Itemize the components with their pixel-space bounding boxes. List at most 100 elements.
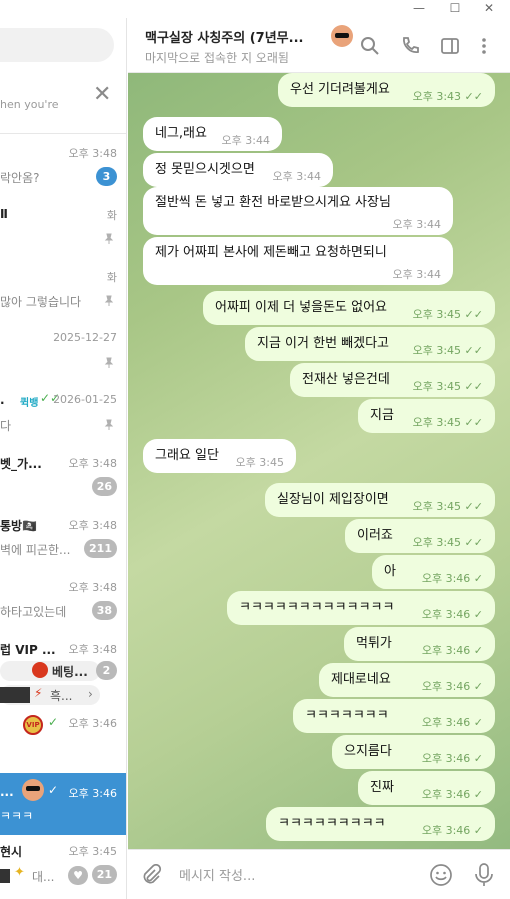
message-time: 오후 3:44 xyxy=(272,170,321,183)
chat-time: 2025-12-27 xyxy=(53,331,117,344)
chat-status: 마지막으로 접속한 지 오래됨 xyxy=(145,51,289,65)
message-time: 오후 3:44 xyxy=(392,218,441,231)
message-bubble-outgoing[interactable]: 제대로네요 오후 3:46 ✓ xyxy=(319,663,495,697)
search-input[interactable] xyxy=(0,28,114,62)
chat-list-item[interactable]: 벳_가... 오후 3:48 26 xyxy=(0,447,126,509)
message-bubble-outgoing[interactable]: 우선 기더려볼게요 오후 3:43 ✓✓ xyxy=(278,73,495,107)
chat-list-item[interactable]: 현시 오후 3:45 ✦ 대... ♥ 21 xyxy=(0,835,126,897)
chat-list-item[interactable]: 화 많아 그렇습니다 xyxy=(0,261,126,323)
message-bubble-outgoing[interactable]: 아 오후 3:46 ✓ xyxy=(372,555,495,589)
message-bubble-outgoing[interactable]: 먹튀가 오후 3:46 ✓ xyxy=(344,627,495,661)
message-text: 우선 기더려볼게요 xyxy=(290,82,390,97)
chat-preview: ㅋㅋㅋ xyxy=(0,809,34,823)
message-text: 실장님이 제입장이면 xyxy=(277,492,389,507)
notice-banner: hen you're ✕ xyxy=(0,78,126,134)
message-bubble-incoming[interactable]: 그래요 일단오후 3:45 xyxy=(143,439,296,473)
message-bubble-outgoing[interactable]: 진짜 오후 3:46 ✓ xyxy=(358,771,495,805)
message-text: 먹튀가 xyxy=(356,636,392,651)
chat-name: 통방🏴‍☠️ xyxy=(0,519,38,533)
chat-time: 화 xyxy=(106,271,117,284)
avatar xyxy=(331,25,353,47)
chat-time: 오후 3:48 xyxy=(68,581,117,594)
message-text: 그래요 일단 xyxy=(155,448,219,463)
chat-list-item-active[interactable]: ... ✓ 오후 3:46 ㅋㅋㅋ xyxy=(0,773,126,835)
maximize-icon[interactable]: ☐ xyxy=(440,0,470,18)
message-bubble-outgoing[interactable]: 이러죠오후 3:45 ✓✓ xyxy=(345,519,495,553)
chat-title[interactable]: 맥구실장 사칭주의 (7년무... xyxy=(145,27,303,46)
message-time: 오후 3:45 ✓✓ xyxy=(412,380,483,393)
chat-time: 오후 3:48 xyxy=(68,519,117,532)
unread-badge: 2 xyxy=(96,661,117,680)
attach-icon[interactable] xyxy=(140,864,162,886)
message-bubble-incoming[interactable]: 정 못믿으시겟으면오후 3:44 xyxy=(143,153,333,187)
message-input[interactable]: 메시지 작성... xyxy=(179,865,255,884)
message-bubble-outgoing[interactable]: 으지름다 오후 3:46 ✓ xyxy=(332,735,495,769)
message-text: 어짜피 이제 더 넣을돈도 없어요 xyxy=(215,300,388,315)
message-text: 정 못믿으시겟으면 xyxy=(155,162,255,177)
chat-name: 현시 xyxy=(0,845,23,859)
message-bubble-outgoing[interactable]: 어짜피 이제 더 넣을돈도 없어요 오후 3:45 ✓✓ xyxy=(203,291,495,325)
sidebar-toggle-icon[interactable] xyxy=(440,36,460,56)
chat-preview: 베팅... xyxy=(52,665,88,679)
message-bubble-outgoing[interactable]: ㅋㅋㅋㅋㅋㅋㅋ 오후 3:46 ✓ xyxy=(293,699,495,733)
message-text: 네그,래요 xyxy=(155,126,207,141)
message-text: 이러죠 xyxy=(357,528,393,543)
message-bubble-outgoing[interactable]: ㅋㅋㅋㅋㅋㅋㅋㅋㅋㅋㅋㅋㅋ 오후 3:46 ✓ xyxy=(227,591,495,625)
message-bubble-outgoing[interactable]: 지금오후 3:45 ✓✓ xyxy=(358,399,495,433)
chat-preview: 하타고있는데 xyxy=(0,605,67,619)
window-titlebar: — ☐ ✕ xyxy=(0,0,510,18)
message-time: 오후 3:46 ✓ xyxy=(421,608,483,621)
vip-icon: VIP xyxy=(23,715,43,735)
message-time: 오후 3:45 ✓✓ xyxy=(412,416,483,429)
chat-time: 화 xyxy=(106,209,117,222)
notice-text: hen you're xyxy=(0,98,59,111)
message-bubble-outgoing[interactable]: ㅋㅋㅋㅋㅋㅋㅋㅋㅋ 오후 3:46 ✓ xyxy=(266,807,495,841)
close-icon[interactable]: ✕ xyxy=(474,0,504,18)
emoji-icon[interactable] xyxy=(429,863,453,887)
chat-list-item[interactable]: . 퀵뱅 ✓✓ 2026-01-25 다 xyxy=(0,385,126,447)
search-icon[interactable] xyxy=(360,36,380,56)
message-time: 오후 3:46 ✓ xyxy=(421,572,483,585)
chat-list-item[interactable]: 오후 3:48 락안옴? 3 xyxy=(0,137,126,199)
phone-icon[interactable] xyxy=(400,36,420,56)
message-bubble-incoming[interactable]: 제가 어짜피 본사에 제돈빼고 요청하면되니 오후 3:44 xyxy=(143,237,453,285)
message-bubble-outgoing[interactable]: 지금 이거 한번 빼겠다고 오후 3:45 ✓✓ xyxy=(245,327,495,361)
message-text: 전재산 넣은건데 xyxy=(302,372,390,387)
chat-preview: 다 xyxy=(0,419,12,433)
minimize-icon[interactable]: — xyxy=(404,0,434,18)
mic-icon[interactable] xyxy=(473,862,495,888)
message-bubble-outgoing[interactable]: 실장님이 제입장이면 오후 3:45 ✓✓ xyxy=(265,483,495,517)
unread-badge: 3 xyxy=(96,167,117,186)
chat-list-item[interactable]: 통방🏴‍☠️ 오후 3:48 벽에 피곤한... 211 xyxy=(0,509,126,571)
chat-list-item[interactable]: VIP ✓ 오후 3:46 xyxy=(0,707,126,761)
message-time: 오후 3:45 ✓✓ xyxy=(412,536,483,549)
message-bubble-outgoing[interactable]: 전재산 넣은건데오후 3:45 ✓✓ xyxy=(290,363,495,397)
star-icon: ✦ xyxy=(14,865,25,880)
check-icon: ✓ xyxy=(48,715,59,729)
chat-time: 오후 3:48 xyxy=(68,643,117,656)
red-circle-icon xyxy=(32,662,48,678)
close-icon[interactable]: ✕ xyxy=(93,84,111,106)
message-bubble-incoming[interactable]: 절반씩 돈 넣고 환전 바로받으시게요 사장님 오후 3:44 xyxy=(143,187,453,235)
chat-name: . xyxy=(0,393,5,407)
chat-list-item[interactable]: 럽 VIP ... 오후 3:48 베팅... 2 ⚡ 흑... › xyxy=(0,633,126,707)
message-time: 오후 3:46 ✓ xyxy=(421,788,483,801)
muted-heart-icon: ♥ xyxy=(68,866,88,885)
chat-list-item[interactable]: 오후 3:48 하타고있는데 38 xyxy=(0,571,126,633)
message-time: 오후 3:45 xyxy=(235,456,284,469)
chat-preview: 대... xyxy=(32,870,55,884)
message-time: 오후 3:46 ✓ xyxy=(421,752,483,765)
chat-list-item[interactable]: Ⅱ 화 xyxy=(0,199,126,261)
pin-icon xyxy=(104,233,114,244)
more-icon[interactable] xyxy=(474,36,494,56)
chat-time: 2026-01-25 xyxy=(53,393,117,406)
chat-time: 오후 3:45 xyxy=(68,845,117,858)
message-text: 지금 xyxy=(370,408,394,423)
message-time: 오후 3:46 ✓ xyxy=(421,716,483,729)
message-time: 오후 3:44 xyxy=(221,134,270,147)
message-bubble-incoming[interactable]: 네그,래요오후 3:44 xyxy=(143,117,282,151)
message-time: 오후 3:46 ✓ xyxy=(421,824,483,837)
message-area[interactable]: 우선 기더려볼게요 오후 3:43 ✓✓ 네그,래요오후 3:44 정 못믿으시겟… xyxy=(128,73,510,849)
lightning-icon: ⚡ xyxy=(34,686,43,700)
chat-list-item[interactable]: 2025-12-27 xyxy=(0,323,126,385)
